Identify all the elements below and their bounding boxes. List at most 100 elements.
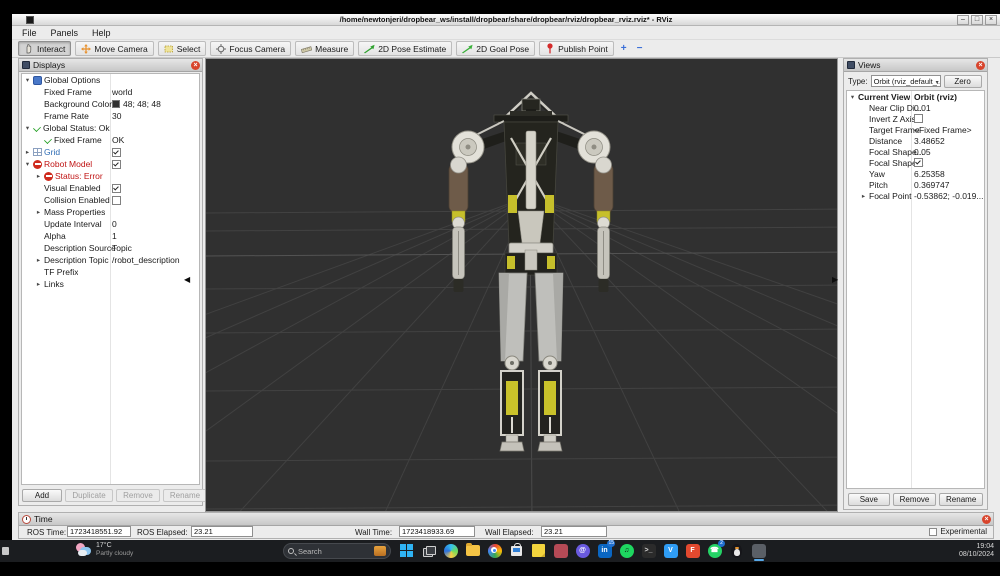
displays-row-status-error[interactable]: ▸Status: Error [22, 170, 199, 182]
linkedin-icon[interactable]: in15 [597, 543, 612, 558]
property-value[interactable]: Orbit (rviz) [914, 92, 957, 102]
checkbox-checked[interactable] [112, 184, 121, 193]
expander-icon[interactable]: ▸ [35, 172, 42, 180]
mail-app-icon[interactable]: @ [575, 543, 590, 558]
property-value[interactable]: 0.01 [914, 103, 931, 113]
views-row-focal-shape-[interactable]: Focal Shape...0.05 [847, 146, 984, 157]
views-row-focal-point[interactable]: ▸Focal Point-0.53862; -0.019... [847, 190, 984, 201]
publish-point-button[interactable]: Publish Point [539, 41, 614, 56]
views-panel-header[interactable]: Views × [844, 59, 987, 72]
menu-help[interactable]: Help [86, 27, 117, 39]
move-camera-button[interactable]: Move Camera [75, 41, 153, 56]
sticky-notes-icon[interactable] [531, 543, 546, 558]
f-app-icon[interactable]: F [685, 543, 700, 558]
linux-tux-icon[interactable] [729, 543, 744, 558]
zero-button[interactable]: Zero [944, 75, 982, 88]
property-value[interactable]: 6.25358 [914, 169, 945, 179]
search-input[interactable]: Search [283, 543, 391, 559]
expander-icon[interactable]: ▾ [24, 76, 31, 84]
property-value[interactable]: 3.48652 [914, 136, 945, 146]
displays-row-description-topic[interactable]: ▸Description Topic/robot_description [22, 254, 199, 266]
views-row-pitch[interactable]: Pitch0.369747 [847, 179, 984, 190]
property-value[interactable]: Topic [112, 243, 132, 253]
menu-file[interactable]: File [16, 27, 43, 39]
property-value[interactable]: <Fixed Frame> [914, 125, 972, 135]
ros-elapsed-value[interactable]: 23.21 [191, 526, 253, 537]
focus-camera-button[interactable]: Focus Camera [210, 41, 291, 56]
views-row-target-frame[interactable]: Target Frame<Fixed Frame> [847, 124, 984, 135]
interact-button[interactable]: Interact [18, 41, 71, 56]
menu-panels[interactable]: Panels [45, 27, 85, 39]
displays-panel-header[interactable]: Displays × [19, 59, 202, 72]
expander-icon[interactable]: ▸ [24, 148, 31, 156]
views-type-dropdown[interactable]: Orbit (rviz_default_...▾ [871, 75, 941, 87]
microsoft-store-icon[interactable] [509, 543, 524, 558]
minimize-icon[interactable]: – [957, 15, 969, 25]
checkbox-checked[interactable] [112, 160, 121, 169]
chrome-browser-icon[interactable] [487, 543, 502, 558]
displays-row-mass-properties[interactable]: ▸Mass Properties [22, 206, 199, 218]
experimental-checkbox-row[interactable]: Experimental [929, 527, 987, 536]
2d-pose-estimate-button[interactable]: 2D Pose Estimate [358, 41, 452, 56]
window-titlebar[interactable]: /home/newtonjeri/dropbear_ws/install/dro… [12, 14, 1000, 26]
collapse-right-icon[interactable]: ▶ [832, 276, 838, 284]
time-close-icon[interactable]: × [982, 515, 991, 524]
terminal-icon[interactable]: >_ [641, 543, 656, 558]
expander-icon[interactable]: ▾ [24, 124, 31, 132]
checkbox-checked[interactable] [112, 148, 121, 157]
displays-row-tf-prefix[interactable]: TF Prefix [22, 266, 199, 278]
views-row-focal-shape-[interactable]: Focal Shape... [847, 157, 984, 168]
task-view-icon[interactable] [421, 543, 436, 558]
remove-tool-icon[interactable]: − [634, 43, 646, 54]
whatsapp-icon[interactable]: ☎2 [707, 543, 722, 558]
views-row-invert-z-axis[interactable]: Invert Z Axis [847, 113, 984, 124]
expander-icon[interactable]: ▾ [849, 93, 856, 101]
displays-row-fixed-frame[interactable]: Fixed FrameOK [22, 134, 199, 146]
displays-row-grid[interactable]: ▸Grid [22, 146, 199, 158]
displays-close-icon[interactable]: × [191, 61, 200, 70]
displays-row-links[interactable]: ▸Links [22, 278, 199, 290]
ros-time-value[interactable]: 1723418551.92 [67, 526, 131, 537]
views-close-icon[interactable]: × [976, 61, 985, 70]
views-row-yaw[interactable]: Yaw6.25358 [847, 168, 984, 179]
red-app-icon[interactable] [553, 543, 568, 558]
displays-row-global-options[interactable]: ▾Global Options [22, 74, 199, 86]
3d-viewport[interactable] [205, 58, 838, 512]
displays-row-visual-enabled[interactable]: Visual Enabled [22, 182, 199, 194]
property-value[interactable]: -0.53862; -0.019... [914, 191, 983, 201]
taskbar-corner-icon[interactable] [2, 547, 9, 555]
property-value[interactable]: 1 [112, 231, 117, 241]
displays-row-collision-enabled[interactable]: Collision Enabled [22, 194, 199, 206]
property-value[interactable]: 0.369747 [914, 180, 949, 190]
views-row-near-clip-di-[interactable]: Near Clip Di...0.01 [847, 102, 984, 113]
property-value[interactable]: /robot_description [112, 255, 180, 265]
spotify-icon[interactable]: ♫ [619, 543, 634, 558]
displays-row-background-color[interactable]: Background Color48; 48; 48 [22, 98, 199, 110]
taskbar-clock[interactable]: 19:04 08/10/2024 [959, 543, 994, 559]
select-button[interactable]: Select [158, 41, 207, 56]
save-button[interactable]: Save [848, 493, 890, 506]
collapse-left-icon[interactable]: ◀ [184, 276, 190, 284]
expander-icon[interactable]: ▸ [35, 256, 42, 264]
displays-row-fixed-frame[interactable]: Fixed Frameworld [22, 86, 199, 98]
weather-widget[interactable]: 17°C Partly cloudy [76, 542, 133, 557]
checkbox-checked[interactable] [914, 158, 923, 167]
edge-browser-icon[interactable] [443, 543, 458, 558]
vscode-icon[interactable]: V [663, 543, 678, 558]
property-value[interactable]: world [112, 87, 132, 97]
property-value[interactable]: 30 [112, 111, 121, 121]
property-value[interactable]: OK [112, 135, 124, 145]
displays-row-robot-model[interactable]: ▾Robot Model [22, 158, 199, 170]
experimental-checkbox[interactable] [929, 528, 937, 536]
time-panel-header[interactable]: Time × [19, 513, 993, 526]
remove-button[interactable]: Remove [893, 493, 937, 506]
wall-elapsed-value[interactable]: 23.21 [541, 526, 607, 537]
property-value[interactable]: 0 [112, 219, 117, 229]
start-icon[interactable] [399, 543, 414, 558]
add-button[interactable]: Add [22, 489, 62, 502]
maximize-icon[interactable]: □ [971, 15, 983, 25]
2d-goal-pose-button[interactable]: 2D Goal Pose [456, 41, 535, 56]
checkbox-unchecked[interactable] [914, 114, 923, 123]
rename-button[interactable]: Rename [939, 493, 983, 506]
checkbox-unchecked[interactable] [112, 196, 121, 205]
